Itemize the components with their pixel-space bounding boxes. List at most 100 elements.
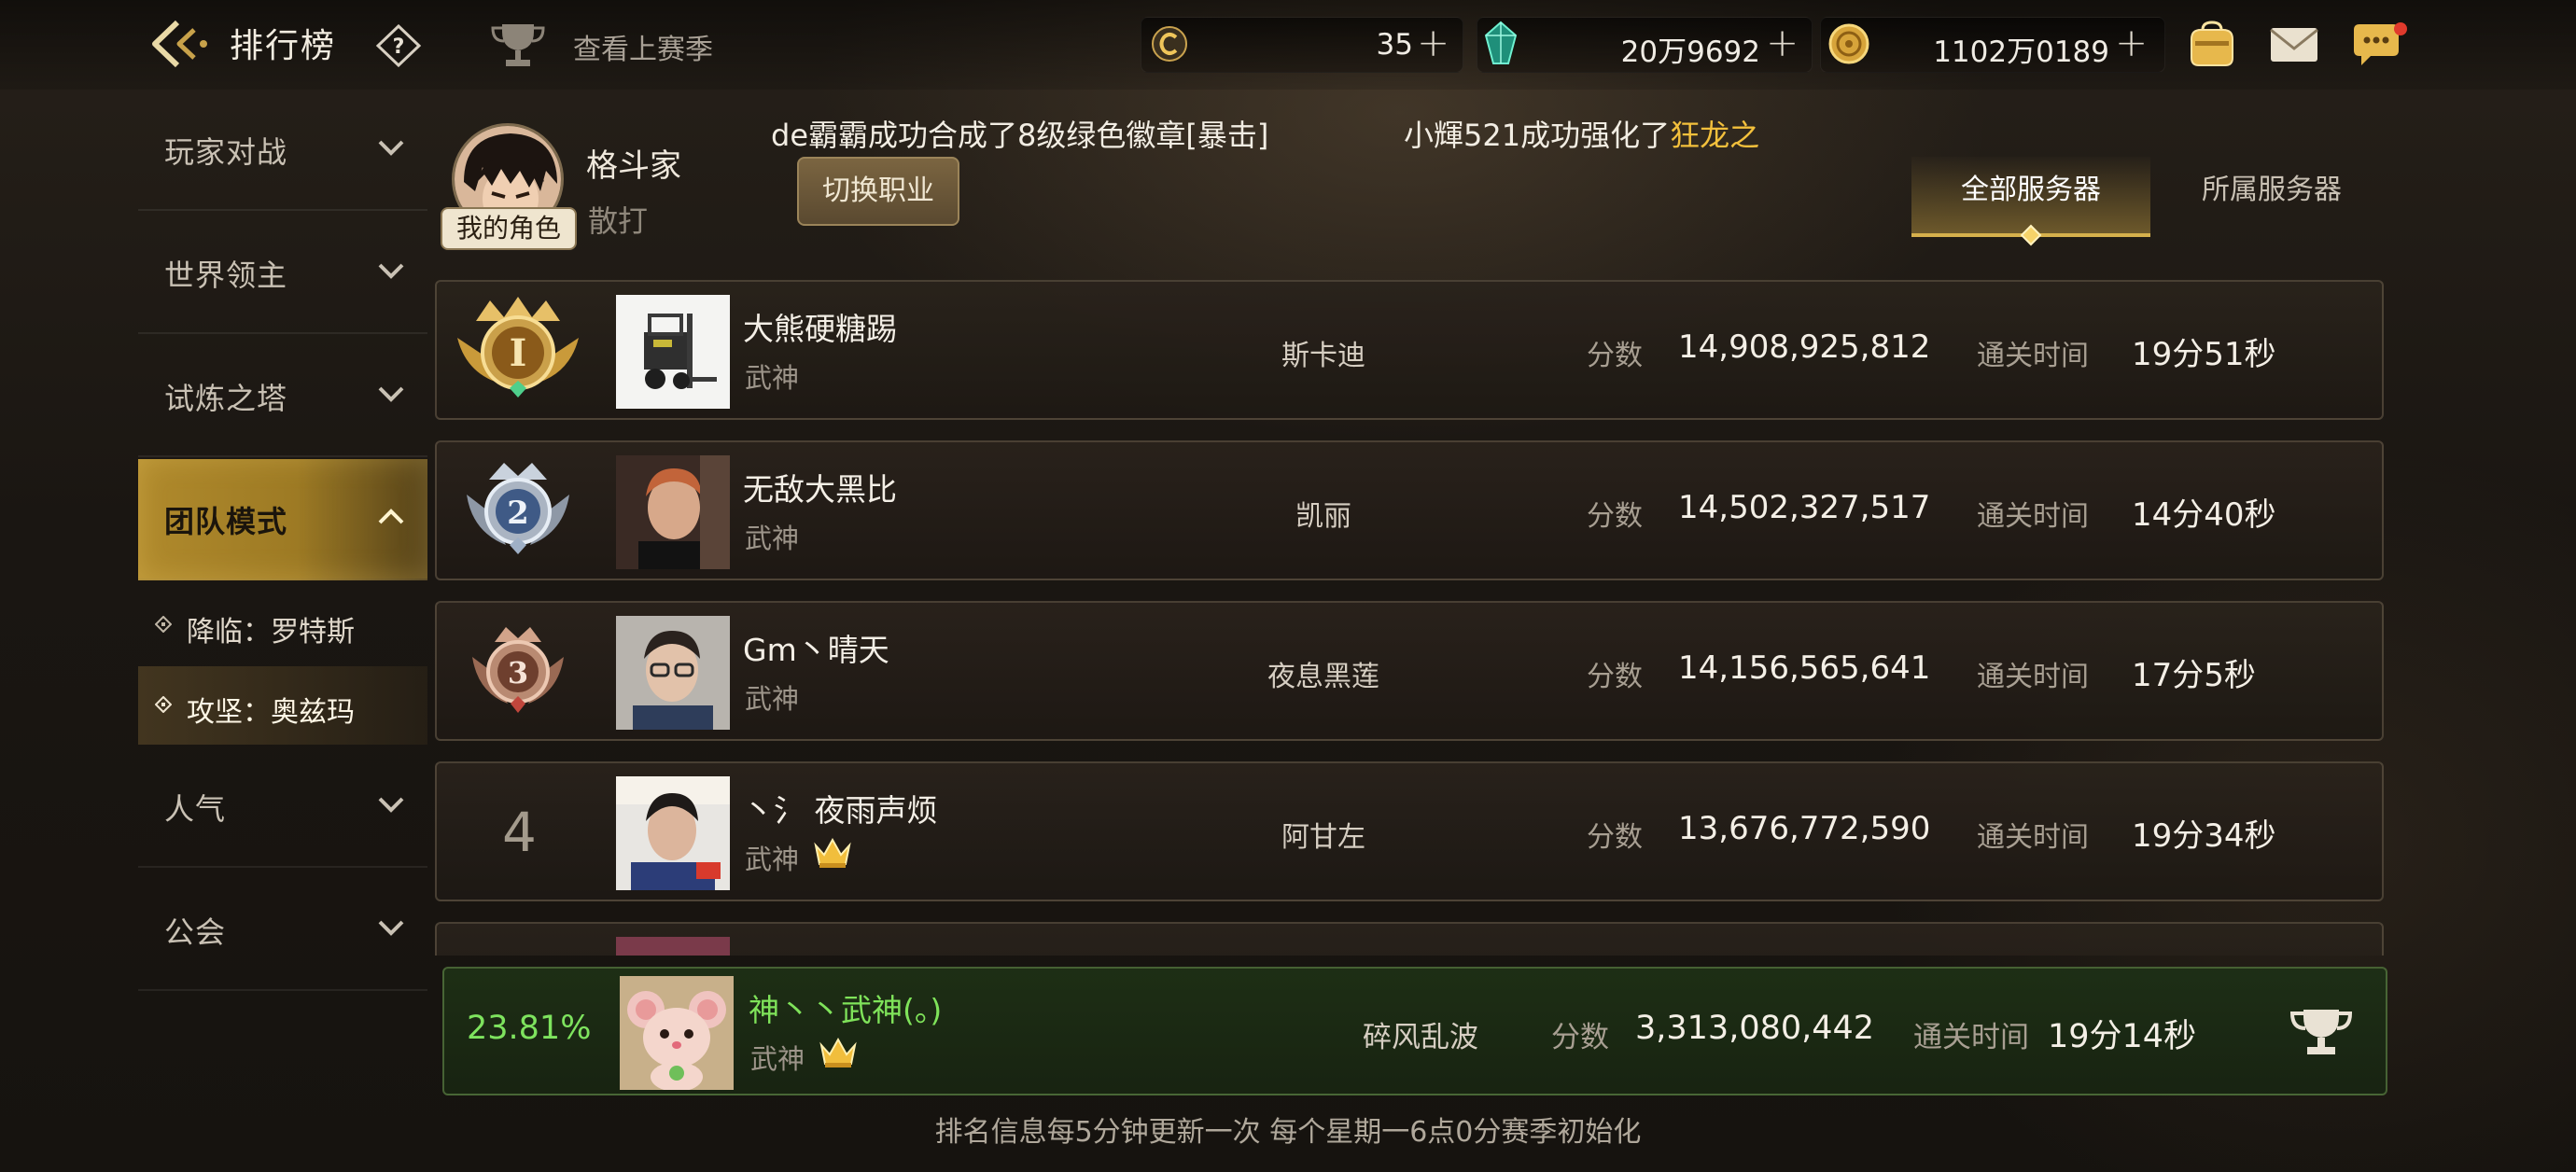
svg-text:?: ? [393, 35, 405, 59]
c-coin-icon [1152, 26, 1187, 62]
selfie-photo-image [616, 616, 730, 730]
currency-c-coin-value: 35 [1376, 28, 1413, 62]
player-class: 武神 [745, 362, 800, 394]
help-icon[interactable]: ? [375, 24, 422, 67]
player-avatar [616, 616, 730, 730]
player-avatar [616, 455, 730, 569]
bag-icon[interactable] [2186, 21, 2238, 69]
forklift-image [616, 295, 730, 409]
clear-time-label: 通关时间 [1977, 821, 2089, 854]
selfie-photo-image [616, 776, 730, 890]
ticker-message-2: 小輝521成功强化了狂龙之 [1404, 112, 1759, 155]
rank-number: 4 [502, 801, 537, 864]
server-name: 凯丽 [1295, 500, 1351, 533]
clear-time-label: 通关时间 [1977, 340, 2089, 372]
selfie-photo-image [616, 455, 730, 569]
table-row[interactable]: 3 Gm丶晴天 武神 夜息黑莲 分数 14,156,565,641 通关时间 1… [435, 601, 2384, 741]
my-character-badge: 我的角色 [441, 207, 577, 250]
sidebar-subitem-rotus[interactable]: 降临：罗特斯 [138, 586, 427, 664]
green-gem-icon [1484, 21, 1518, 64]
player-class: 武神 [745, 844, 800, 875]
sidebar-item-label: 人气 [164, 791, 227, 827]
sidebar-item-label: 世界领主 [164, 258, 288, 293]
table-row[interactable]: 4 丶氵 夜雨声烦 武神 阿甘左 分数 13,676,772,590 通关时间 … [435, 761, 2384, 901]
server-name: 阿甘左 [1281, 821, 1365, 854]
clear-time-label: 通关时间 [1977, 500, 2089, 533]
sidebar-item-team-mode[interactable]: 团队模式 [138, 459, 427, 580]
player-avatar [616, 937, 730, 956]
sidebar-item-label: 试炼之塔 [164, 381, 288, 416]
player-avatar [616, 295, 730, 409]
ranking-list[interactable]: I 大熊硬糖踢 武神 斯卡迪 分数 14,908,925,812 通关时间 19… [431, 280, 2387, 956]
sidebar-subitem-label: 降临：罗特斯 [187, 616, 355, 649]
sidebar-item-popularity[interactable]: 人气 [138, 746, 427, 868]
my-rank-score: 3,313,080,442 [1635, 1010, 1875, 1047]
sidebar-subitem-label: 攻坚：奥兹玛 [187, 696, 355, 729]
sidebar-item-label: 玩家对战 [164, 134, 288, 170]
currency-gem-add-button[interactable]: + [1766, 21, 1799, 65]
chevron-down-icon [378, 920, 404, 936]
silver-medal-icon: 2 [467, 463, 569, 554]
ranking-update-note: 排名信息每5分钟更新一次 每个星期一6点0分赛季初始化 [934, 1116, 1642, 1149]
chat-icon[interactable] [2350, 21, 2410, 69]
ticker-message-2-highlight: 狂龙之 [1670, 118, 1760, 153]
gold-medal-icon: I [457, 297, 579, 398]
table-row[interactable] [435, 922, 2384, 956]
trophy-icon[interactable] [2289, 1006, 2354, 1058]
my-rank-class: 武神 [750, 1043, 805, 1075]
chevron-down-icon [378, 797, 404, 813]
player-name: 格斗家 [586, 147, 681, 185]
last-season-link[interactable]: 查看上赛季 [573, 26, 713, 67]
score-label: 分数 [1587, 340, 1643, 372]
table-row[interactable]: 2 无敌大黑比 武神 凯丽 分数 14,502,327,517 通关时间 14分… [435, 440, 2384, 580]
gold-coin-icon [1828, 23, 1869, 64]
tab-my-server[interactable]: 所属服务器 [2152, 157, 2391, 237]
crown-icon [814, 837, 851, 868]
score-label: 分数 [1587, 500, 1643, 533]
player-name: Gm丶晴天 [743, 632, 889, 668]
player-name: 丶氵 夜雨声烦 [743, 792, 938, 829]
clear-time-value: 19分34秒 [2132, 817, 2276, 855]
sidebar-item-label: 公会 [164, 914, 227, 950]
score-value: 14,502,327,517 [1678, 489, 1931, 526]
score-value: 13,676,772,590 [1678, 810, 1931, 847]
clear-time-label: 通关时间 [1977, 661, 2089, 693]
switch-class-button[interactable]: 切换职业 [797, 157, 959, 226]
my-rank-time: 19分14秒 [2048, 1018, 2197, 1055]
back-arrow-icon[interactable] [149, 17, 211, 71]
chevron-down-icon [378, 263, 404, 279]
player-class: 武神 [745, 683, 800, 715]
diamond-bullet-icon [155, 616, 172, 633]
sidebar-item-trial-tower[interactable]: 试炼之塔 [138, 336, 427, 457]
chevron-down-icon [378, 140, 404, 156]
my-rank-name: 神丶丶武神(。) [749, 992, 943, 1028]
chevron-down-icon [378, 386, 404, 402]
sidebar-item-world-boss[interactable]: 世界领主 [138, 213, 427, 334]
table-row[interactable]: I 大熊硬糖踢 武神 斯卡迪 分数 14,908,925,812 通关时间 19… [435, 280, 2384, 420]
svg-text:I: I [510, 331, 527, 375]
score-label: 分数 [1587, 821, 1643, 854]
currency-gold-add-button[interactable]: + [2115, 21, 2148, 65]
score-value: 14,908,925,812 [1678, 328, 1931, 366]
player-name: 无敌大黑比 [743, 471, 897, 508]
my-rank-bar[interactable]: 23.81% 神丶丶武神(。) 武神 碎风乱波 分数 3,313,080,442… [442, 967, 2387, 1095]
ticker-message-2-prefix: 小輝521成功强化了 [1404, 118, 1671, 153]
score-label: 分数 [1551, 1021, 1609, 1054]
sidebar-subitem-ozma[interactable]: 攻坚：奥兹玛 [138, 666, 427, 745]
my-rank-percentile: 23.81% [467, 1010, 592, 1047]
player-name: 大熊硬糖踢 [743, 311, 897, 347]
score-label: 分数 [1587, 661, 1643, 693]
sidebar-item-pvp[interactable]: 玩家对战 [138, 90, 427, 211]
player-avatar [616, 776, 730, 890]
mouse-mascot-image [620, 976, 734, 1090]
score-value: 14,156,565,641 [1678, 649, 1931, 687]
sidebar-item-guild[interactable]: 公会 [138, 870, 427, 991]
server-name: 斯卡迪 [1281, 340, 1365, 372]
trophy-icon[interactable] [489, 21, 547, 69]
currency-c-coin-add-button[interactable]: + [1417, 21, 1449, 65]
mail-icon[interactable] [2268, 21, 2320, 69]
diamond-bullet-icon [155, 696, 172, 713]
chevron-up-icon [378, 509, 404, 524]
my-rank-avatar [620, 976, 734, 1090]
currency-gold-value: 1102万0189 [1933, 35, 2109, 69]
